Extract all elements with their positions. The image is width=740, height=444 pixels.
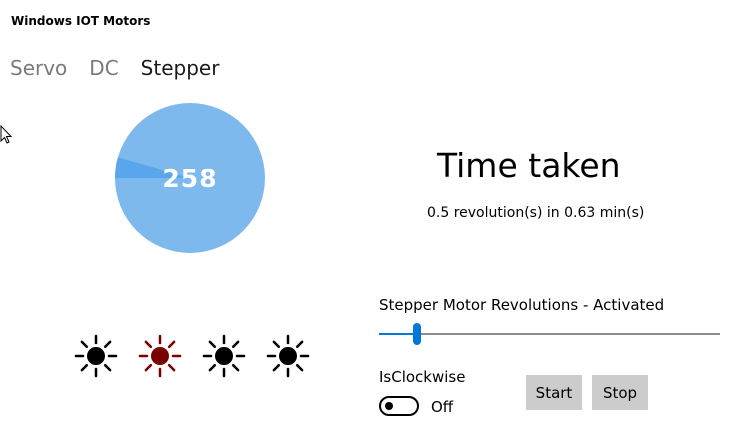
tab-stepper[interactable]: Stepper [141, 56, 220, 80]
is-clockwise-label: IsClockwise [379, 368, 466, 386]
coil-indicator-row [74, 334, 310, 378]
revolutions-slider-label: Stepper Motor Revolutions - Activated [379, 296, 665, 314]
slider-thumb[interactable] [412, 323, 421, 345]
slider-track[interactable] [379, 333, 720, 335]
dial-value: 258 [162, 163, 218, 193]
sun-icon [138, 334, 182, 378]
sun-icon [74, 334, 118, 378]
motor-tabs: Servo DC Stepper [10, 56, 219, 80]
is-clockwise-state: Off [431, 398, 454, 416]
sun-icon [266, 334, 310, 378]
slider-fill [379, 333, 417, 335]
app-title: Windows IOT Motors [11, 14, 151, 28]
sun-icon [202, 334, 246, 378]
revolutions-slider[interactable] [379, 322, 720, 346]
tab-dc[interactable]: DC [89, 56, 118, 80]
mouse-pointer-icon [0, 125, 13, 144]
tab-servo[interactable]: Servo [10, 56, 67, 80]
start-button[interactable]: Start [526, 375, 582, 410]
stop-button[interactable]: Stop [592, 375, 648, 410]
is-clockwise-toggle[interactable] [379, 396, 419, 416]
toggle-knob [385, 402, 393, 410]
time-taken-title: Time taken [437, 146, 621, 185]
time-taken-detail: 0.5 revolution(s) in 0.63 min(s) [427, 205, 645, 221]
